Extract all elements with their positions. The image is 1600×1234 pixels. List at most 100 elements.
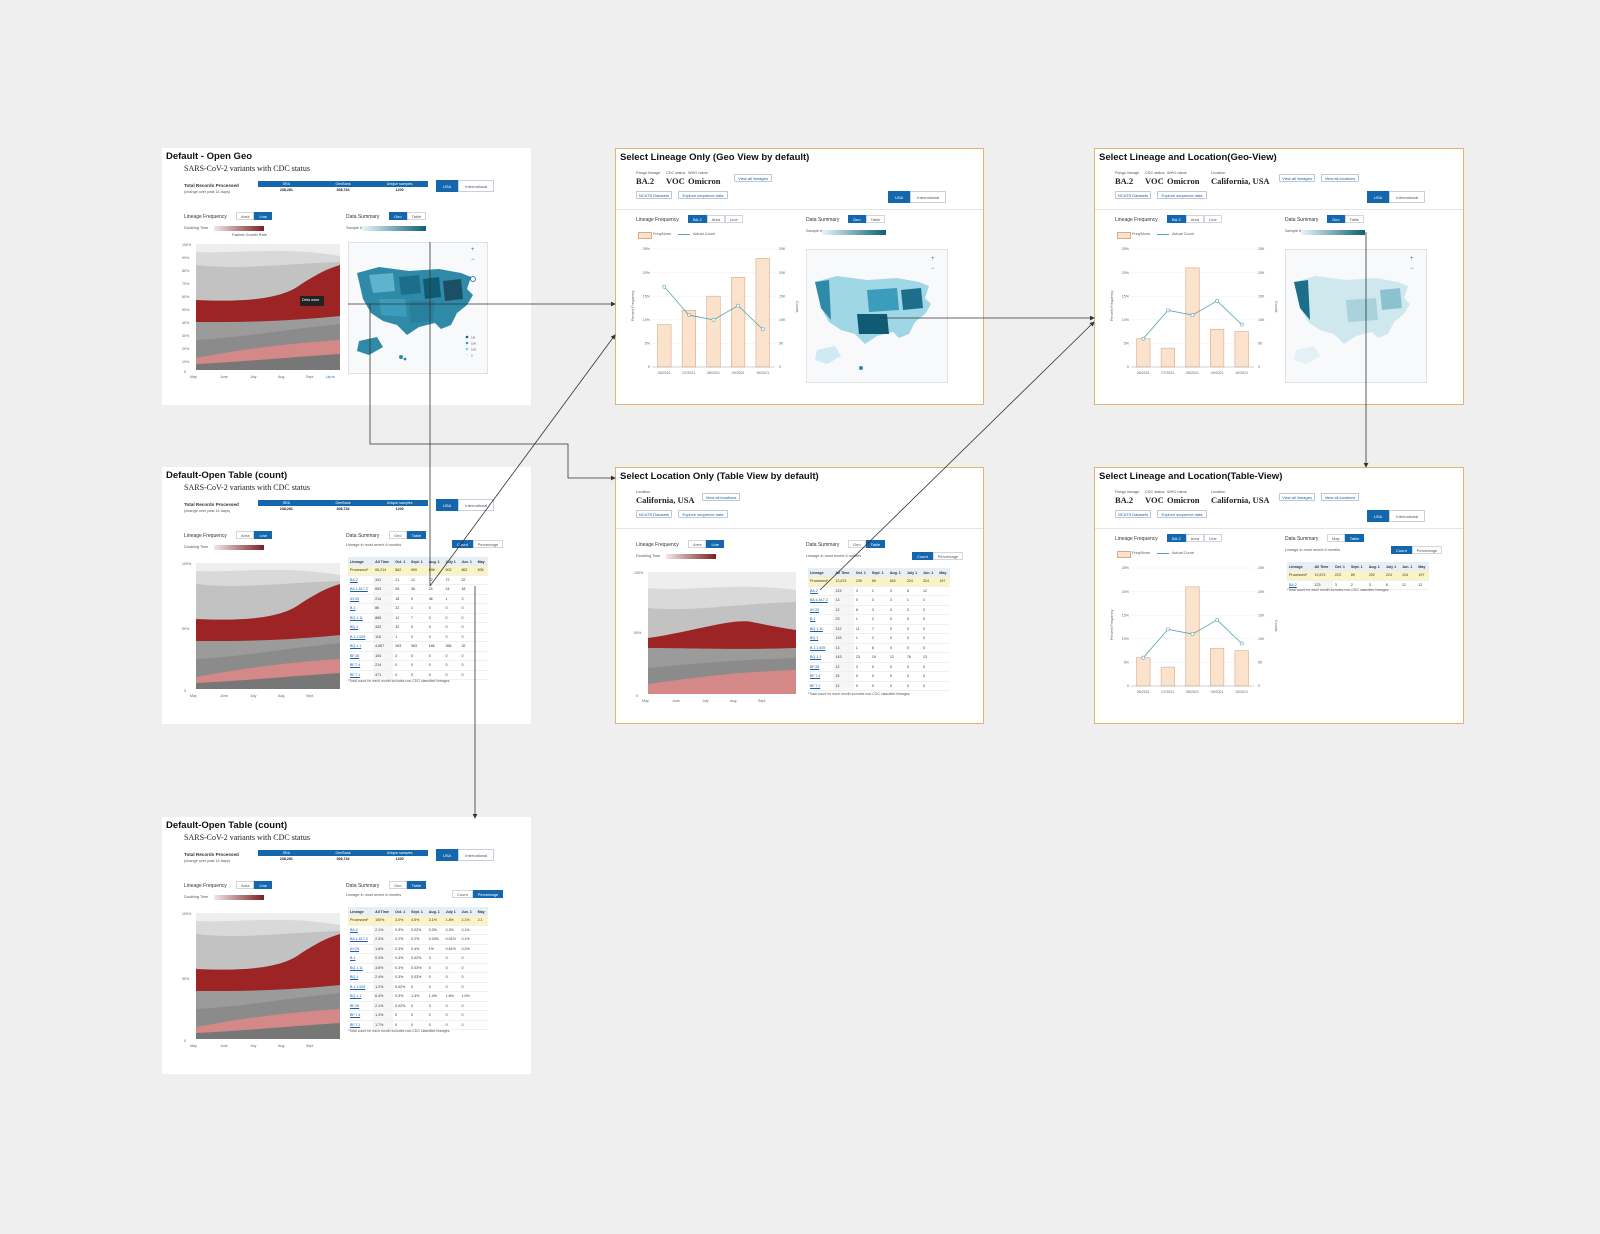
geo-button[interactable]: Geo [848,540,866,548]
international-button[interactable]: International [1389,510,1426,522]
area-button[interactable]: Area [688,540,707,548]
line-button[interactable]: Line [254,881,273,889]
area-button[interactable]: Area [236,212,255,220]
column-header[interactable]: Oct. 1 [393,907,410,916]
us-map[interactable]: + − [806,249,948,383]
usa-button[interactable]: USA [436,180,459,192]
chart-type-toggle[interactable]: Area Line [236,531,273,539]
lineage-link[interactable]: B.1.1.529 [348,632,374,642]
us-map[interactable]: + − 1M 10K 100 0 [348,242,488,374]
area-button[interactable]: Area [1185,215,1205,223]
table-button[interactable]: Table [406,881,427,889]
column-header[interactable]: Oct. 1 [853,568,870,577]
geo-button[interactable]: Geo [389,212,407,220]
column-header[interactable]: May [475,557,488,566]
lineage-link[interactable]: BQ.1 [348,972,374,983]
chart-type-toggle[interactable]: BA.2 Area Line [1167,215,1222,223]
ncats-dropdown[interactable]: NCATS Datasets [636,191,672,199]
usa-button[interactable]: USA [436,499,459,511]
column-header[interactable]: Aug. 1 [426,557,444,566]
column-header[interactable]: Aug. 1 [426,907,444,916]
usa-button[interactable]: USA [436,849,459,861]
international-button[interactable]: International [458,499,495,511]
table-button[interactable]: Table [865,540,886,548]
line-button[interactable]: Line [254,531,273,539]
view-all-lineages-button[interactable]: View all lineages [734,174,772,182]
view-toggle[interactable]: Map Table [1327,534,1365,542]
column-header[interactable]: July 1 [904,568,922,577]
region-toggle[interactable]: USA International [436,849,495,861]
lineage-link[interactable]: BQ.1.11 [808,624,834,634]
column-header[interactable]: Jun. 1 [921,568,938,577]
table-button[interactable]: Table [1344,215,1365,223]
column-header[interactable]: Sept. 1 [1348,562,1367,571]
line-button[interactable]: Line [254,212,273,220]
view-toggle[interactable]: Geo Table [1327,215,1365,223]
lineage-link[interactable]: B.1 [348,953,374,964]
usa-button[interactable]: USA [888,191,911,203]
chart-type-toggle[interactable]: BA.2 Area Line [688,215,743,223]
lineage-link[interactable]: BQ.1.11 [348,613,374,623]
column-header[interactable]: All Time [1312,562,1333,571]
column-header[interactable]: Jun. 1 [1400,562,1417,571]
lineage-link[interactable]: BA.2 [808,586,834,596]
column-header[interactable]: Jun. 1 [459,557,476,566]
count-pct-toggle[interactable]: Count Percentage [912,552,964,560]
table-button[interactable]: Table [406,212,427,220]
lineage-link[interactable]: BA.1.617.2 [348,584,374,595]
column-header[interactable]: All Time [833,568,854,577]
column-header[interactable]: Jun. 1 [459,907,476,916]
view-toggle[interactable]: Geo Table [389,212,427,220]
map-button[interactable]: Map [1327,534,1345,542]
geo-button[interactable]: Geo [389,531,407,539]
column-header[interactable]: Sept. 1 [409,907,427,916]
view-toggle[interactable]: Geo Table [848,540,886,548]
column-header[interactable]: Lineage [808,568,834,577]
ba2-tab[interactable]: BA.2 [1167,215,1186,223]
view-all-lineages-button[interactable]: View all lineages [1279,493,1315,501]
international-button[interactable]: International [458,180,495,192]
lineage-link[interactable]: BA.1.617.2 [348,934,374,945]
lineage-link[interactable]: BA.2 [348,575,374,585]
explore-sequence-button[interactable]: Explore sequence data [1157,510,1207,518]
lineage-link[interactable]: BA.2 [348,925,374,935]
region-toggle[interactable]: USA International [436,180,495,192]
percentage-button[interactable]: Percentage [1411,546,1443,554]
lineage-link[interactable]: BQ.1.1 [808,652,834,663]
column-header[interactable]: May [1416,562,1429,571]
geo-button[interactable]: Geo [1327,215,1345,223]
column-header[interactable]: Aug. 1 [887,568,905,577]
column-header[interactable]: Lineage [1287,562,1313,571]
area-button[interactable]: Area [1185,534,1205,542]
column-header[interactable]: July 1 [443,557,460,566]
ba2-tab[interactable]: BA.2 [688,215,707,223]
lineage-link[interactable]: BF.7.4 [348,660,374,671]
lineage-link[interactable]: BF.7.1 [808,681,834,691]
ncats-dropdown[interactable]: NCATS Datasets [636,510,672,518]
table-button[interactable]: Table [865,215,886,223]
lineage-link[interactable]: BQ.1 [348,622,374,633]
lineage-link[interactable]: BF.26 [348,1001,374,1011]
count-button[interactable]: Count [452,890,473,898]
column-header[interactable]: Sept. 1 [869,568,888,577]
lineage-link[interactable]: B.1 [808,614,834,625]
column-header[interactable]: Oct. 1 [1332,562,1349,571]
lineage-link[interactable]: BQ.1 [808,633,834,644]
column-header[interactable]: Oct. 1 [393,557,409,566]
lineage-link[interactable]: BQ.1.11 [348,963,374,973]
count-button[interactable]: Count [912,552,933,560]
international-button[interactable]: International [458,849,495,861]
lineage-link[interactable]: BF.7.4 [808,671,834,682]
region-toggle[interactable]: USA International [888,191,947,203]
geo-button[interactable]: Geo [389,881,407,889]
ncats-dropdown[interactable]: NCATS Datasets [1115,510,1151,518]
lineage-link[interactable]: AY.25 [348,944,374,954]
column-header[interactable]: July 1 [443,907,460,916]
count-pct-toggle[interactable]: Count Percentage [452,890,504,898]
percentage-button[interactable]: Percentage [472,540,504,548]
lineage-link[interactable]: BQ.1.1 [348,641,374,652]
international-button[interactable]: International [910,191,947,203]
column-header[interactable]: All Time [373,557,394,566]
area-button[interactable]: Area [706,215,726,223]
line-button[interactable]: Line [725,215,743,223]
